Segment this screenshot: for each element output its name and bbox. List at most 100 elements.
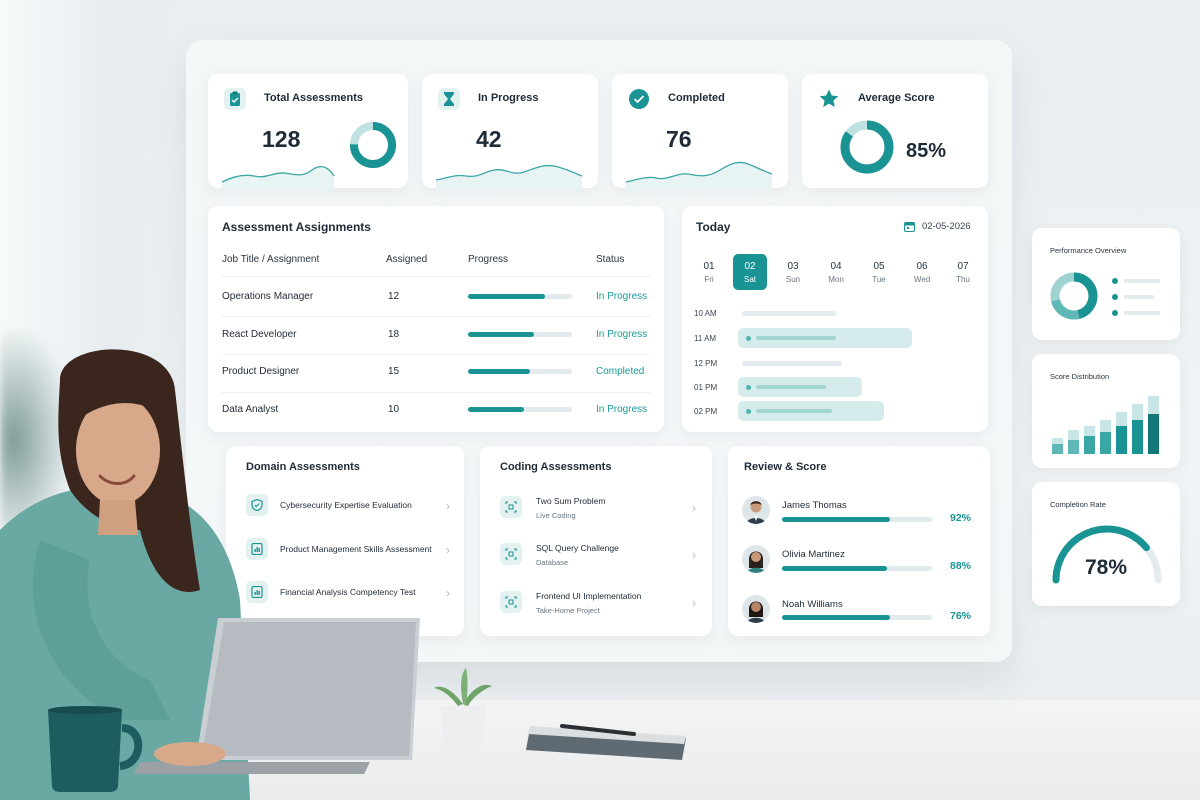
legend-bar	[1124, 295, 1154, 299]
assigned-count: 18	[388, 329, 400, 340]
coding-title: Coding Assessments	[500, 461, 612, 473]
coding-assessments-card: Coding Assessments Two Sum Problem Live …	[480, 446, 712, 636]
time-label: 12 PM	[694, 359, 718, 368]
chevron-right-icon: ›	[692, 501, 696, 515]
day-tab[interactable]: 07 Thu	[946, 254, 980, 284]
hourglass-icon	[438, 88, 460, 110]
legend-dot	[1112, 278, 1118, 284]
event-bar	[756, 385, 826, 389]
status-text: In Progress	[596, 329, 648, 340]
distribution-title: Score Distribution	[1050, 372, 1110, 381]
stat-value: 76	[666, 126, 692, 152]
completion-value: 78%	[1084, 556, 1128, 579]
progress-bar	[468, 294, 572, 299]
day-tab[interactable]: 05 Tue	[862, 254, 896, 284]
stat-card-in-progress[interactable]: In Progress 42	[422, 74, 598, 190]
day-number: 02	[744, 261, 756, 272]
empty-slot	[742, 361, 842, 366]
completion-rate-card[interactable]: Completion Rate 78%	[1032, 482, 1180, 606]
column-header[interactable]: Progress	[468, 254, 508, 265]
score-distribution-card[interactable]: Score Distribution	[1032, 354, 1180, 468]
stat-title: Average Score	[858, 92, 935, 104]
scheduled-event[interactable]	[738, 377, 862, 397]
trend-sparkline	[436, 164, 583, 190]
calendar-card: Today 02-05-2026 01 Fri 02 Sat 03 Sun 04 Mon…	[682, 206, 988, 432]
chevron-right-icon: ›	[692, 548, 696, 562]
day-tab[interactable]: 01 Fri	[692, 254, 726, 284]
day-tab[interactable]: 03 Sun	[776, 254, 810, 284]
score-fill	[782, 517, 890, 522]
reviewer-name: Noah Williams	[782, 599, 843, 610]
divider	[220, 276, 652, 277]
legend-dot	[1112, 310, 1118, 316]
day-number: 06	[916, 261, 928, 272]
scheduled-event[interactable]	[738, 328, 912, 348]
legend-bar	[1124, 311, 1160, 315]
item-title: Frontend UI Implementation	[536, 591, 642, 601]
score-bar	[782, 566, 932, 571]
performance-overview-card[interactable]: Performance Overview	[1032, 228, 1180, 340]
stat-card-average-score[interactable]: Average Score 85%	[802, 74, 988, 188]
event-dot	[746, 409, 751, 414]
stat-title: Completed	[668, 92, 725, 104]
day-tab[interactable]: 06 Wed	[905, 254, 939, 284]
score-percent: 88%	[950, 560, 972, 572]
item-subtitle: Live Coding	[536, 511, 576, 520]
performance-donut-chart	[1050, 272, 1098, 320]
status-text: In Progress	[596, 404, 648, 415]
score-bar	[782, 517, 932, 522]
code-icon	[500, 543, 522, 565]
assignments-title: Assessment Assignments	[222, 220, 371, 234]
avatar	[742, 595, 770, 623]
assigned-count: 12	[388, 291, 400, 302]
chevron-right-icon: ›	[446, 586, 450, 600]
score-bar	[782, 615, 932, 620]
review-title: Review & Score	[744, 461, 827, 473]
average-score-ring	[840, 120, 894, 174]
trend-sparkline	[222, 165, 335, 190]
score-percent: 76%	[950, 610, 972, 622]
column-header[interactable]: Assigned	[386, 254, 427, 265]
code-icon	[500, 496, 522, 518]
time-label: 11 AM	[694, 334, 717, 343]
day-number: 05	[873, 261, 885, 272]
stat-value: 128	[262, 126, 301, 152]
day-name: Thu	[956, 275, 970, 284]
time-label: 02 PM	[694, 407, 718, 416]
day-tab[interactable]: 04 Mon	[819, 254, 853, 284]
job-title: React Developer	[222, 329, 297, 340]
status-text: In Progress	[596, 291, 648, 302]
stat-card-completed[interactable]: Completed 76	[612, 74, 788, 190]
column-header[interactable]: Job Title / Assignment	[222, 254, 319, 265]
assigned-count: 10	[388, 404, 400, 415]
event-bar	[756, 336, 836, 340]
chevron-right-icon: ›	[446, 499, 450, 513]
day-number: 03	[787, 261, 799, 272]
day-name: Sun	[785, 275, 801, 284]
day-tab-selected[interactable]: 02 Sat	[733, 254, 767, 290]
day-number: 07	[957, 261, 969, 272]
stat-title: In Progress	[478, 92, 539, 104]
progress-bar	[468, 407, 572, 412]
potted-plant	[434, 668, 492, 752]
total-donut-chart	[350, 122, 396, 168]
item-title: Two Sum Problem	[536, 496, 606, 506]
progress-bar	[468, 332, 572, 337]
stat-card-total[interactable]: Total Assessments 128	[208, 74, 408, 190]
distribution-bar-chart	[1052, 396, 1159, 454]
completion-title: Completion Rate	[1050, 500, 1106, 509]
item-title: SQL Query Challenge	[536, 543, 619, 553]
event-dot	[746, 336, 751, 341]
progress-fill	[468, 407, 525, 412]
reviewer-name: James Thomas	[782, 500, 847, 511]
column-header[interactable]: Status	[596, 254, 624, 265]
time-label: 10 AM	[694, 309, 717, 318]
laptop	[134, 618, 420, 774]
avatar	[742, 545, 770, 573]
scheduled-event[interactable]	[738, 401, 884, 421]
status-text: Completed	[596, 366, 645, 377]
score-fill	[782, 615, 890, 620]
time-label: 01 PM	[694, 383, 718, 392]
review-score-card: Review & Score James Thomas 92% Olivia M…	[728, 446, 990, 636]
calendar-icon[interactable]	[904, 221, 915, 232]
